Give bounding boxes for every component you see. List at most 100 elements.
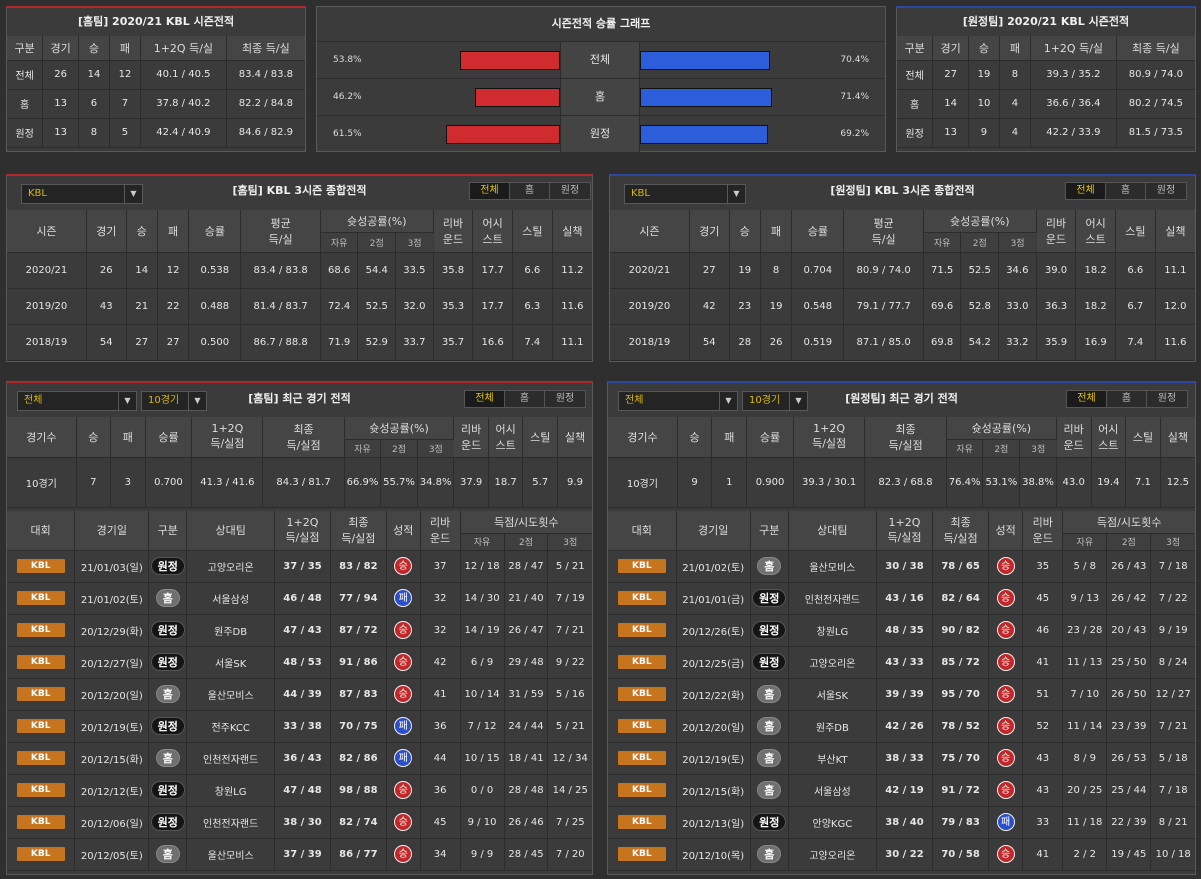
tab-all[interactable]: 전체: [1066, 183, 1106, 199]
table-cell: 71.5: [923, 252, 962, 289]
column-header: 경기: [86, 210, 127, 253]
table-cell: 52.5: [357, 288, 397, 325]
table-cell: 홈: [7, 89, 44, 119]
table-cell: 54.4: [357, 252, 397, 289]
table-cell: 32: [420, 614, 461, 647]
column-header: 경기일: [676, 511, 751, 551]
tab-all[interactable]: 전체: [1067, 391, 1107, 407]
game-row[interactable]: KBL 20/12/20(일) 홈 울산모비스 44 / 39 87 / 83 승 41 10 …: [7, 678, 592, 711]
away-league-select[interactable]: KBL ▼: [624, 184, 746, 204]
game-row[interactable]: KBL 21/01/01(금) 원정 인천전자랜드 43 / 16 82 / 64 승 45 9…: [608, 582, 1195, 615]
game-row[interactable]: KBL 21/01/02(토) 홈 울산모비스 30 / 38 78 / 65 승 35 5 /…: [608, 550, 1195, 583]
table-cell: 38 / 33: [876, 742, 934, 775]
attempts-cell: 9 / 9: [460, 838, 505, 871]
tab-home[interactable]: 홈: [1106, 183, 1146, 199]
table-cell: 승: [988, 582, 1024, 615]
table-cell: KBL: [7, 806, 76, 839]
home-count-select[interactable]: 10경기 ▼: [141, 391, 207, 411]
tab-all[interactable]: 전체: [465, 391, 505, 407]
table-cell: 20/12/29(화): [74, 614, 150, 647]
table-cell: 5: [109, 118, 141, 148]
game-row[interactable]: KBL 20/12/26(토) 원정 창원LG 48 / 35 90 / 82 승 46 23 …: [608, 614, 1195, 647]
table-cell: 43 / 16: [876, 582, 934, 615]
game-row[interactable]: KBL 20/12/25(금) 원정 고양오리온 43 / 33 85 / 72 승 41 11…: [608, 646, 1195, 679]
result-badge: 승: [394, 557, 413, 575]
game-row[interactable]: KBL 20/12/10(목) 홈 고양오리온 30 / 22 70 / 58 승 41 2 /…: [608, 838, 1195, 871]
table-cell: 울산모비스: [186, 838, 276, 871]
game-row[interactable]: KBL 21/01/02(토) 홈 서울삼성 46 / 48 77 / 94 패 32 14 /…: [7, 582, 592, 615]
header-line: 득/실점: [285, 530, 320, 544]
table-cell: 87.1 / 85.0: [843, 324, 924, 361]
game-row[interactable]: KBL 20/12/06(일) 원정 인천전자랜드 38 / 30 82 / 74 승 45 9…: [7, 806, 592, 839]
table-cell: 26: [42, 60, 79, 90]
game-row[interactable]: KBL 20/12/15(화) 홈 서울삼성 42 / 19 91 / 72 승 43 20 /…: [608, 774, 1195, 807]
header-line: 리바: [1045, 216, 1067, 230]
away-count-select[interactable]: 10경기 ▼: [742, 391, 808, 411]
home-scope-select[interactable]: 전체 ▼: [17, 391, 137, 411]
table-cell: 66.9%: [344, 457, 382, 508]
result-badge: 승: [996, 621, 1015, 639]
table-cell: 81.5 / 73.5: [1116, 118, 1195, 148]
away-season-table: 구분 경기 승 패 1+2Q 득/실 최종 득/실 전체 27 19 8 39.3 / 35.2 8…: [897, 36, 1195, 148]
table-cell: 패: [386, 742, 421, 775]
table-cell: 70 / 58: [932, 838, 990, 871]
column-header: 평균 득/실: [843, 210, 924, 253]
tab-away[interactable]: 원정: [1147, 391, 1187, 407]
table-cell: 20/12/10(목): [676, 838, 751, 871]
tab-all[interactable]: 전체: [470, 183, 510, 199]
tab-home[interactable]: 홈: [510, 183, 550, 199]
game-row[interactable]: KBL 20/12/05(토) 홈 울산모비스 37 / 39 86 / 77 승 34 9 /…: [7, 838, 592, 871]
game-row[interactable]: KBL 20/12/19(토) 홈 부산KT 38 / 33 75 / 70 승 43 8 / …: [608, 742, 1195, 775]
tab-home[interactable]: 홈: [1107, 391, 1147, 407]
table-cell: 홈: [148, 582, 188, 615]
game-row[interactable]: KBL 21/01/03(일) 원정 고양오리온 37 / 35 83 / 82 승 37 12…: [7, 550, 592, 583]
game-row[interactable]: KBL 20/12/20(일) 홈 원주DB 42 / 26 78 / 52 승 52 11 /…: [608, 710, 1195, 743]
home-away-pill: 홈: [155, 749, 180, 767]
table-cell: 인천전자랜드: [186, 806, 276, 839]
league-badge: KBL: [617, 719, 666, 733]
home-league-select[interactable]: KBL ▼: [21, 184, 143, 204]
attempts-cell: 10 / 14: [460, 678, 505, 711]
game-row[interactable]: KBL 20/12/13(일) 원정 안양KGC 38 / 40 79 / 83 패 33 11…: [608, 806, 1195, 839]
table-cell: 20/12/25(금): [676, 646, 751, 679]
game-row[interactable]: KBL 20/12/15(화) 홈 인천전자랜드 36 / 43 82 / 86 패 44 10…: [7, 742, 592, 775]
game-row[interactable]: KBL 20/12/12(토) 원정 창원LG 47 / 48 98 / 88 승 36 0 /…: [7, 774, 592, 807]
table-cell: 43.0: [1056, 457, 1092, 508]
table-cell: 21: [126, 288, 158, 325]
table-cell: 36 / 43: [274, 742, 331, 775]
header-line: 어시: [495, 422, 516, 436]
tab-away[interactable]: 원정: [545, 391, 585, 407]
table-cell: 10경기: [7, 457, 77, 508]
table-cell: 39 / 39: [876, 678, 934, 711]
home-3season-table: 시즌 경기 승 패 승률 평균 득/실 슛성공률(%) 리바 운드 어시 스트 스틸 실책 자유 2점 3점 2…: [7, 210, 592, 361]
table-cell: 38 / 40: [876, 806, 934, 839]
column-header: 슛성공률(%): [320, 210, 434, 233]
column-header: 3점: [547, 533, 592, 551]
table-cell: 37.8 / 40.2: [140, 89, 227, 119]
game-row[interactable]: KBL 20/12/22(화) 홈 서울SK 39 / 39 95 / 70 승 51 7 / …: [608, 678, 1195, 711]
header-line: 운드: [1032, 532, 1053, 546]
result-badge: 승: [394, 653, 413, 671]
header-line: 운드: [442, 232, 464, 246]
table-cell: 42.2 / 33.9: [1030, 118, 1117, 148]
away-scope-select[interactable]: 전체 ▼: [618, 391, 738, 411]
table-cell: 원주DB: [186, 614, 276, 647]
game-row[interactable]: KBL 20/12/29(화) 원정 원주DB 47 / 43 87 / 72 승 32 14 …: [7, 614, 592, 647]
table-cell: 6.6: [1115, 252, 1156, 289]
win-rate-graph-panel: 시즌전적 승률 그래프 53.8% 전체 70.4% 46.2% 홈 71.4% 61.5%…: [316, 6, 886, 152]
table-cell: 39.3 / 30.1: [793, 457, 866, 508]
header-line: 운드: [1063, 438, 1084, 452]
home-3season-panel: [홈팀] KBL 3시즌 종합전적 KBL ▼ 전체 홈 원정 시즌 경기 승 패 승률 평균 득…: [6, 174, 593, 362]
attempts-cell: 28 / 45: [504, 838, 549, 871]
table-cell: 20/12/19(토): [676, 742, 751, 775]
game-row[interactable]: KBL 20/12/27(일) 원정 서울SK 48 / 53 91 / 86 승 42 6 /…: [7, 646, 592, 679]
chevron-down-icon: ▼: [124, 185, 142, 203]
header-line: 스트: [482, 232, 503, 246]
table-cell: 83.4 / 83.8: [240, 252, 321, 289]
tab-away[interactable]: 원정: [1146, 183, 1186, 199]
tab-away[interactable]: 원정: [550, 183, 590, 199]
game-row[interactable]: KBL 20/12/19(토) 원정 전주KCC 33 / 38 70 / 75 패 36 7 …: [7, 710, 592, 743]
tab-home[interactable]: 홈: [505, 391, 545, 407]
table-cell: 승: [386, 838, 421, 871]
result-badge: 승: [394, 781, 413, 799]
